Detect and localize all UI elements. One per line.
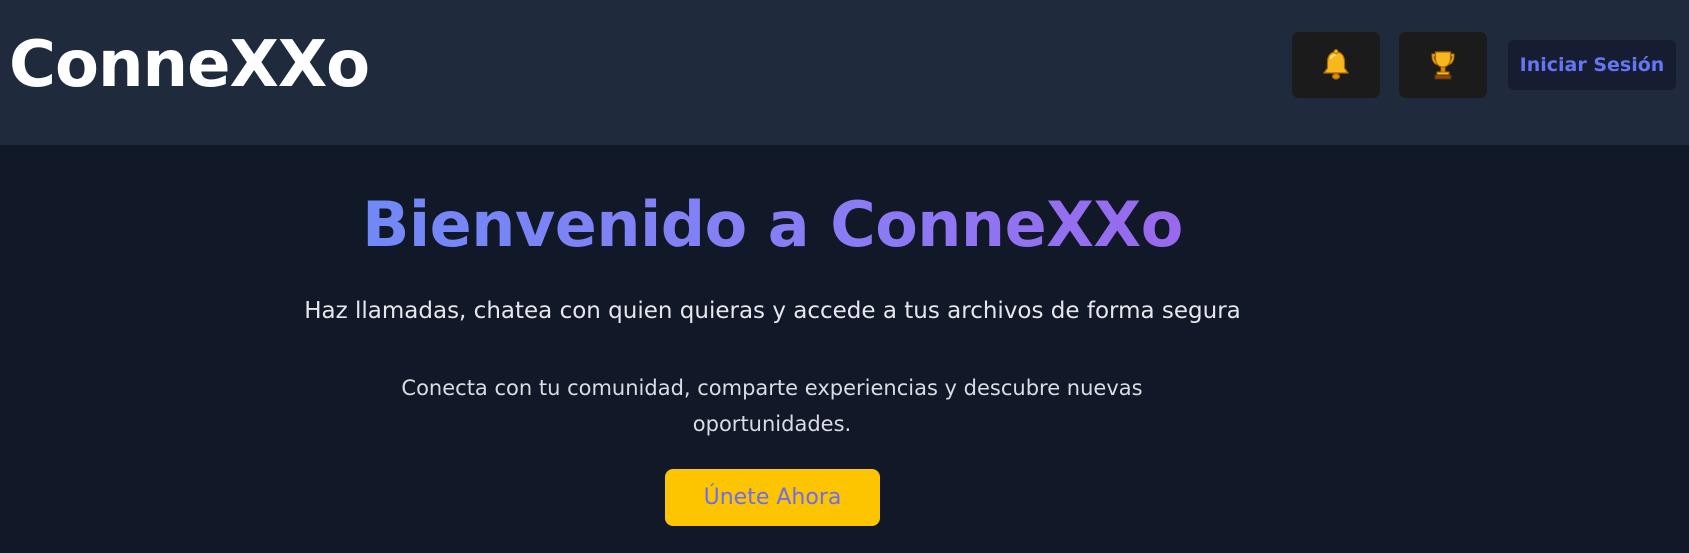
login-button[interactable]: Iniciar Sesión — [1508, 40, 1676, 90]
hero-description: Conecta con tu comunidad, comparte exper… — [401, 376, 1143, 436]
trophy-icon — [1431, 51, 1455, 80]
hero-subtitle: Haz llamadas, chatea con quien quieras y… — [304, 298, 1241, 324]
achievements-button[interactable] — [1399, 32, 1487, 98]
hero-section: Bienvenido a ConneXXo Haz llamadas, chat… — [0, 145, 1689, 553]
notifications-button[interactable] — [1292, 32, 1380, 98]
top-header: ConneXXo Iniciar Sesión — [0, 0, 1689, 145]
brand-logo[interactable]: ConneXXo — [9, 20, 370, 110]
join-now-button[interactable]: Únete Ahora — [665, 469, 880, 526]
hero-title: Bienvenido a ConneXXo — [100, 185, 1445, 265]
bell-icon — [1322, 49, 1350, 80]
